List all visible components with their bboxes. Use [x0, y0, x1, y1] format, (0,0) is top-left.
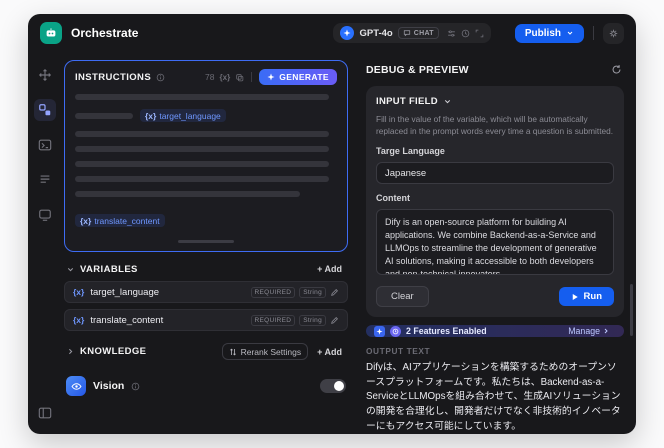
- required-badge: REQUIRED: [250, 314, 296, 326]
- skeleton-line: [75, 161, 330, 167]
- divider: [593, 26, 594, 40]
- content-textarea[interactable]: Dify is an open-source platform for buil…: [376, 209, 614, 276]
- scroll-indicator[interactable]: [178, 239, 234, 243]
- variable-row[interactable]: {x} translate_content REQUIRED String: [64, 309, 348, 331]
- top-bar: Orchestrate GPT-4o CHAT Publish: [28, 14, 636, 52]
- clear-button[interactable]: Clear: [376, 286, 429, 308]
- debug-preview-panel: DEBUG & PREVIEW INPUT FIELD Fill in the …: [354, 52, 636, 434]
- variables-title: VARIABLES: [80, 263, 138, 275]
- edit-icon[interactable]: [330, 288, 339, 297]
- model-name: GPT-4o: [359, 27, 393, 39]
- copy-icon[interactable]: [235, 73, 244, 82]
- add-variable-button[interactable]: + Add: [313, 262, 346, 276]
- knowledge-title: KNOWLEDGE: [80, 346, 147, 357]
- divider: [251, 72, 253, 82]
- app-window: Orchestrate GPT-4o CHAT Publish INSTRUCT…: [28, 14, 636, 434]
- annotation-icon[interactable]: [34, 204, 56, 226]
- target-language-input[interactable]: [376, 162, 614, 185]
- output-text: Difyは、AIアプリケーションを構築するためのオープンソースプラットフォームで…: [366, 362, 621, 432]
- features-bar: 2 Features Enabled Manage: [366, 325, 624, 338]
- type-selector[interactable]: String: [299, 286, 326, 298]
- eye-icon: [66, 376, 86, 396]
- skeleton-line: [75, 191, 301, 197]
- info-icon[interactable]: [131, 382, 140, 391]
- variable-name: translate_content: [90, 314, 164, 326]
- prompt-skeleton: {x} target_language {x} translate_conten…: [75, 92, 337, 243]
- chat-mode-badge: CHAT: [397, 27, 439, 39]
- debug-title: DEBUG & PREVIEW: [366, 63, 469, 76]
- instructions-editor[interactable]: INSTRUCTIONS 78 {x} GENERATE {x} target_…: [64, 60, 348, 252]
- orchestrate-panel: INSTRUCTIONS 78 {x} GENERATE {x} target_…: [62, 52, 354, 434]
- instructions-title: INSTRUCTIONS: [75, 71, 152, 83]
- play-icon: [572, 293, 578, 300]
- app-logo-icon[interactable]: [40, 22, 62, 44]
- logs-icon[interactable]: [34, 169, 56, 191]
- variable-row[interactable]: {x} target_language REQUIRED String: [64, 281, 348, 303]
- rerank-icon: [229, 348, 236, 355]
- scrollbar[interactable]: [630, 284, 633, 336]
- type-selector[interactable]: String: [299, 314, 326, 326]
- target-language-label: Targe Language: [376, 146, 445, 157]
- required-badge: REQUIRED: [250, 286, 296, 298]
- variable-chip-target-language[interactable]: {x} target_language: [140, 109, 226, 122]
- input-field-card: INPUT FIELD Fill in the value of the var…: [366, 86, 624, 318]
- page-title: Orchestrate: [71, 26, 139, 40]
- collapse-panel-icon[interactable]: [34, 402, 56, 424]
- knowledge-section: KNOWLEDGE Rerank Settings + Add: [64, 339, 348, 362]
- chevron-down-icon[interactable]: [443, 97, 452, 106]
- add-knowledge-button[interactable]: + Add: [313, 345, 346, 359]
- content-label: Content: [376, 193, 410, 204]
- features-enabled-label: 2 Features Enabled: [406, 326, 487, 337]
- model-option-icons: [447, 29, 484, 38]
- input-field-description: Fill in the value of the variable, which…: [376, 114, 614, 137]
- variable-name: target_language: [90, 286, 160, 298]
- skeleton-line: [75, 131, 330, 137]
- output-text-title: OUTPUT TEXT: [366, 346, 431, 357]
- generate-label: GENERATE: [279, 72, 329, 82]
- vision-toggle[interactable]: [320, 379, 346, 393]
- variable-chip-translate-content[interactable]: {x} translate_content: [75, 214, 165, 227]
- skeleton-line: [75, 176, 330, 182]
- chevron-down-icon: [567, 31, 573, 35]
- left-rail: [28, 52, 62, 434]
- gear-icon: [609, 29, 618, 37]
- expand-icon[interactable]: [475, 29, 484, 38]
- variables-icon[interactable]: {x}: [220, 73, 231, 82]
- edit-icon[interactable]: [330, 316, 339, 325]
- char-count: 78: [205, 72, 215, 82]
- history-icon[interactable]: [461, 29, 470, 38]
- publish-button[interactable]: Publish: [514, 23, 584, 43]
- model-selector[interactable]: GPT-4o CHAT: [333, 23, 491, 43]
- sparkle-icon: [267, 73, 275, 81]
- skeleton-line: [75, 94, 330, 100]
- publish-label: Publish: [524, 27, 561, 39]
- chat-mode-label: CHAT: [413, 29, 434, 37]
- chevron-right-icon[interactable]: [66, 347, 75, 356]
- chevron-right-icon: [604, 328, 608, 334]
- vision-label: Vision: [93, 380, 125, 392]
- manage-features-button[interactable]: Manage: [562, 325, 616, 337]
- input-field-title: INPUT FIELD: [376, 96, 438, 107]
- terminal-icon[interactable]: [34, 134, 56, 156]
- refresh-button[interactable]: [609, 62, 624, 77]
- chevron-down-icon[interactable]: [66, 265, 75, 274]
- instructions-header: INSTRUCTIONS 78 {x} GENERATE: [75, 69, 337, 85]
- generate-button[interactable]: GENERATE: [259, 69, 337, 85]
- move-icon[interactable]: [34, 64, 56, 86]
- refresh-icon: [612, 65, 621, 74]
- info-icon[interactable]: [156, 73, 165, 82]
- sliders-icon[interactable]: [447, 29, 456, 38]
- rerank-settings-button[interactable]: Rerank Settings: [221, 343, 309, 360]
- orchestrate-icon[interactable]: [34, 99, 56, 121]
- vision-feature: Vision: [64, 376, 348, 396]
- feature-tts-icon: [390, 325, 401, 337]
- skeleton-line: [75, 146, 330, 152]
- feature-opener-icon: [374, 325, 385, 337]
- settings-button[interactable]: [603, 22, 624, 44]
- run-button[interactable]: Run: [558, 287, 614, 307]
- model-icon: [340, 26, 355, 40]
- skeleton-line: [75, 112, 133, 119]
- variables-section: VARIABLES + Add {x} target_language REQU…: [64, 260, 348, 331]
